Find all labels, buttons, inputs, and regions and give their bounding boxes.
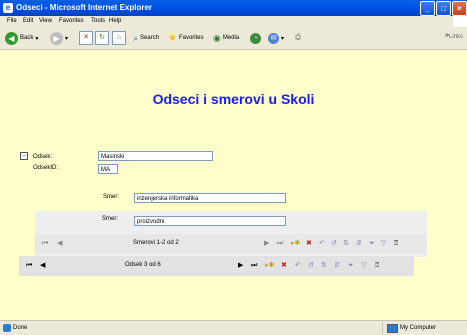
refresh-icon: ↻ — [95, 31, 109, 45]
chevron-down-icon: ▾ — [65, 35, 69, 42]
odsek-record-counter: Odsek 3 od 6 — [125, 262, 161, 268]
new-record-icon[interactable]: ▸✱ — [291, 239, 300, 248]
search-icon: ⌕ — [133, 32, 139, 43]
smer-navigator: ⏮ ◀ Smerovi 1-2 od 2 ▶ ⏭ ▸✱ ✖ ↶ ↺ ⇅ ⇵ ⏷ … — [35, 234, 427, 254]
delete-record-icon[interactable]: ✖ — [306, 239, 312, 248]
undo-icon[interactable]: ↶ — [319, 239, 325, 248]
mail-button[interactable]: ✉ ▾ — [268, 31, 284, 45]
collapse-toggle-icon[interactable]: − — [20, 152, 28, 160]
odsekid-field[interactable]: MA — [98, 164, 118, 174]
smer-label: Smer: — [103, 194, 120, 200]
chevron-down-icon: ▾ — [35, 35, 39, 42]
search-button[interactable]: ⌕ Search — [133, 31, 159, 45]
first-record-icon[interactable]: ⏮ — [42, 239, 48, 248]
home-icon: ⌂ — [112, 31, 126, 45]
odsek-label: Odsek: — [33, 154, 53, 160]
filter-off-icon[interactable]: ▽ — [361, 261, 366, 270]
odsek-navigator: ⏮ ◀ Odsek 3 od 6 ▶ ⏭ ▸✱ ✖ ↶ ↺ ⇅ ⇵ ⏷ ▽ ⍰ — [19, 256, 414, 276]
page-heading: Odseci i smerovi u Skoli — [152, 91, 315, 107]
forward-button[interactable]: ▶ ▾ — [50, 31, 68, 45]
status-text: Done — [13, 325, 28, 331]
favorites-label: Favorites — [178, 35, 204, 41]
last-record-icon[interactable]: ⏭ — [277, 239, 283, 248]
back-button[interactable]: ◀ Back ▾ — [5, 31, 38, 45]
sort-ascending-icon[interactable]: ⇅ — [321, 261, 327, 270]
media-label: Media — [222, 35, 240, 41]
search-label: Search — [140, 35, 160, 41]
menu-tools[interactable]: Tools — [91, 18, 105, 24]
first-record-icon[interactable]: ⏮ — [26, 261, 32, 270]
previous-record-icon[interactable]: ◀ — [40, 261, 45, 270]
filter-icon[interactable]: ⏷ — [369, 239, 375, 248]
smer-label: Smer: — [102, 216, 119, 222]
help-icon[interactable]: ⍰ — [375, 261, 379, 270]
delete-record-icon[interactable]: ✖ — [281, 261, 287, 270]
next-record-icon[interactable]: ▶ — [238, 261, 243, 270]
odsek-field[interactable]: Masinski — [98, 151, 213, 161]
smer-field[interactable]: proizvodni — [134, 216, 286, 226]
window-title: Odseci - Microsoft Internet Explorer — [16, 3, 153, 12]
minimize-button[interactable]: _ — [420, 1, 435, 16]
maximize-button[interactable]: □ — [436, 1, 451, 16]
next-record-icon[interactable]: ▶ — [264, 239, 269, 248]
undo-all-icon[interactable]: ↺ — [331, 239, 337, 248]
computer-icon — [387, 324, 398, 333]
favorites-button[interactable]: ★ Favorites — [168, 31, 204, 45]
filter-icon[interactable]: ⏷ — [348, 261, 354, 270]
zone-label: My Computer — [400, 325, 437, 331]
star-icon: ★ — [168, 32, 177, 44]
title-bar: e Odseci - Microsoft Internet Explorer _… — [0, 0, 467, 16]
menu-help[interactable]: Help — [109, 18, 121, 24]
window-controls: _ □ × — [420, 1, 467, 16]
chevron-down-icon: ▾ — [281, 35, 285, 42]
windows-logo — [453, 16, 467, 27]
menu-favorites[interactable]: Favorites — [59, 18, 84, 24]
stop-icon: ✕ — [79, 31, 93, 45]
help-icon[interactable]: ⍰ — [394, 239, 398, 248]
status-bar: Done My Computer — [0, 320, 467, 335]
sort-descending-icon[interactable]: ⇵ — [334, 261, 340, 270]
undo-icon[interactable]: ↶ — [295, 261, 301, 270]
filter-off-icon[interactable]: ▽ — [381, 239, 386, 248]
page-done-icon — [3, 324, 11, 332]
ie-icon: e — [3, 3, 13, 13]
smer-field[interactable]: inzenjerska informatika — [134, 193, 286, 203]
refresh-button[interactable]: ↻ — [95, 31, 109, 45]
home-button[interactable]: ⌂ — [112, 31, 126, 45]
new-record-icon[interactable]: ▸✱ — [265, 261, 274, 270]
page-content: Odseci i smerovi u Skoli − Odsek: Masins… — [0, 50, 467, 320]
back-label: Back — [20, 35, 34, 41]
menu-file[interactable]: File — [7, 18, 17, 24]
undo-all-icon[interactable]: ↺ — [308, 261, 314, 270]
last-record-icon[interactable]: ⏭ — [251, 261, 257, 270]
history-button[interactable]: ◔ — [250, 31, 261, 45]
back-arrow-icon: ◀ — [5, 31, 18, 45]
stop-button[interactable]: ✕ — [79, 31, 93, 45]
toolbar: ◀ Back ▾ ▶ ▾ ✕ ↻ ⌂ ⌕ Search ★ Favorites … — [0, 27, 467, 50]
security-zone: My Computer — [382, 322, 467, 334]
previous-record-icon[interactable]: ◀ — [57, 239, 62, 248]
menu-edit[interactable]: Edit — [23, 18, 33, 24]
links-label[interactable]: Links — [449, 34, 463, 40]
printer-icon: ⎙ — [295, 34, 301, 41]
history-icon: ◔ — [250, 32, 261, 44]
smer-record-counter: Smerovi 1-2 od 2 — [133, 240, 179, 246]
sort-ascending-icon[interactable]: ⇅ — [343, 239, 349, 248]
close-button[interactable]: × — [452, 1, 467, 16]
menu-view[interactable]: View — [39, 18, 52, 24]
odsekid-label: OdsekID: — [33, 165, 59, 171]
print-button[interactable]: ⎙ — [292, 31, 304, 45]
mail-icon: ✉ — [268, 32, 279, 44]
media-icon: ◉ — [213, 32, 221, 43]
sort-descending-icon[interactable]: ⇵ — [356, 239, 362, 248]
media-button[interactable]: ◉ Media — [213, 31, 239, 45]
forward-arrow-icon: ▶ — [50, 31, 63, 45]
